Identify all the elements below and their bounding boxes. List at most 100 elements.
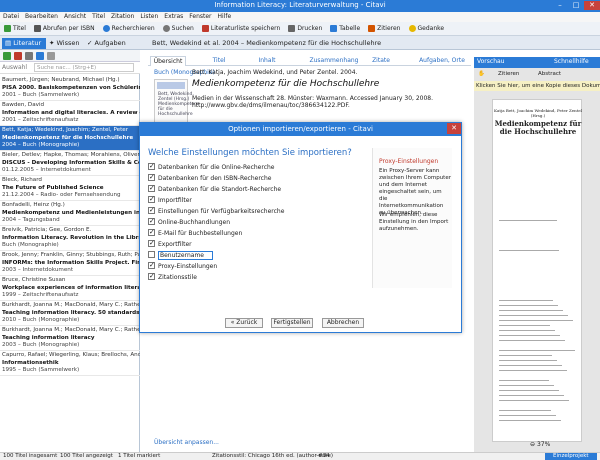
page-text-line bbox=[499, 315, 568, 316]
zoom-level[interactable]: ⊖ 37% bbox=[530, 441, 550, 448]
reference-list-item[interactable]: Burkhardt, Joanna M.; MacDonald, Mary C.… bbox=[0, 326, 140, 351]
page-text-line bbox=[499, 310, 563, 311]
tab-titel[interactable]: Titel bbox=[204, 56, 234, 66]
option-row[interactable]: Exportfilter bbox=[148, 239, 284, 251]
option-row[interactable]: Online-Buchhandlungen bbox=[148, 217, 284, 229]
option-checkbox[interactable] bbox=[148, 228, 155, 237]
reference-list-item[interactable]: Bruce, Christine Susan Workplace experien… bbox=[0, 276, 140, 301]
quick-search: Auswahl Suche nac... (Strg+E) bbox=[0, 62, 140, 74]
quick-help-link[interactable]: Schnellhilfe bbox=[554, 58, 589, 65]
cite-button[interactable]: Zitieren bbox=[364, 22, 404, 36]
table-button[interactable]: Tabelle bbox=[326, 22, 364, 36]
back-button[interactable]: « Zurück bbox=[225, 318, 263, 328]
reference-list-item[interactable]: Bonfadelli, Heinz (Hg.) Medienkompetenz u… bbox=[0, 201, 140, 226]
research-button[interactable]: Recherchieren bbox=[99, 22, 159, 36]
page-text-line bbox=[499, 335, 560, 336]
menu-titel[interactable]: Titel bbox=[89, 12, 108, 21]
option-row[interactable]: Datenbanken für die Standort-Recherche bbox=[148, 184, 284, 196]
option-row[interactable]: Zitationsstile bbox=[148, 272, 284, 284]
option-row[interactable]: E-Mail für Buchbestellungen bbox=[148, 228, 284, 240]
search-button[interactable]: Suchen bbox=[159, 22, 198, 36]
option-row[interactable]: Proxy-Einstellungen bbox=[148, 261, 284, 273]
selection-dropdown[interactable]: Auswahl bbox=[2, 64, 27, 71]
sort-icon[interactable] bbox=[25, 52, 33, 60]
option-checkbox[interactable] bbox=[148, 261, 155, 270]
preview-header[interactable]: Vorschau bbox=[477, 58, 504, 65]
reference-meta: 21.12.2004 – Radio- oder Fernsehsendung bbox=[2, 192, 121, 198]
minimize-icon[interactable]: – bbox=[552, 1, 568, 10]
page-text-line bbox=[499, 400, 569, 401]
reference-author: Bett, Katja; Wedekind, Joachim; Zentel, … bbox=[2, 127, 129, 133]
close-icon[interactable]: ✕ bbox=[584, 1, 600, 10]
customize-overview-link[interactable]: Übersicht anpassen... bbox=[154, 439, 219, 446]
reference-author: Bieler, Detlev; Hapke, Thomas; Morahiens… bbox=[2, 152, 140, 158]
main-toolbar: Titel Abrufen per ISBN Recherchieren Suc… bbox=[0, 22, 600, 36]
option-checkbox[interactable] bbox=[148, 251, 155, 258]
reference-list-item[interactable]: Bleck, Richard The Future of Published Sc… bbox=[0, 176, 140, 201]
menu-bearbeiten[interactable]: Bearbeiten bbox=[22, 12, 61, 21]
preview-info-bar[interactable]: Klicken Sie hier, um eine Kopie dieses D… bbox=[474, 81, 600, 91]
menu-zitation[interactable]: Zitation bbox=[108, 12, 137, 21]
menu-listen[interactable]: Listen bbox=[137, 12, 161, 21]
dialog-close-icon[interactable]: ✕ bbox=[447, 123, 461, 134]
option-label: Datenbanken für den ISBN-Recherche bbox=[158, 175, 272, 182]
single-project-button[interactable]: Einzelprojekt bbox=[545, 453, 597, 460]
reference-list-item[interactable]: Burkhardt, Joanna M.; MacDonald, Mary C.… bbox=[0, 301, 140, 326]
print-button[interactable]: Drucken bbox=[284, 22, 326, 36]
search-input[interactable]: Suche nac... (Strg+E) bbox=[34, 63, 134, 72]
reference-list-item[interactable]: Breivik, Patricia; Gee, Gordon E. Informa… bbox=[0, 226, 140, 251]
reference-list-item[interactable]: Brook, Jenny; Franklin, Ginny; Stubbings… bbox=[0, 251, 140, 276]
tab-zitate[interactable]: Zitate bbox=[366, 56, 396, 66]
tab-literatur[interactable]: ▤ Literatur bbox=[2, 38, 47, 49]
reference-author: Bruce, Christine Susan bbox=[2, 277, 66, 283]
new-title-button[interactable]: Titel bbox=[0, 22, 30, 36]
delete-icon[interactable] bbox=[14, 52, 22, 60]
add-icon[interactable] bbox=[3, 52, 11, 60]
isbn-button[interactable]: Abrufen per ISBN bbox=[30, 22, 99, 36]
option-checkbox[interactable] bbox=[148, 184, 155, 193]
option-row[interactable]: Datenbanken für den ISBN-Recherche bbox=[148, 173, 284, 185]
option-row[interactable]: Einstellungen für Verfügbarkeitsrecherch… bbox=[148, 206, 284, 218]
reference-list-item[interactable]: Baumert, Jürgen; Neubrand, Michael (Hg.)… bbox=[0, 76, 140, 101]
filter-icon[interactable] bbox=[36, 52, 44, 60]
option-checkbox[interactable] bbox=[148, 206, 155, 215]
tab-aufgaben[interactable]: ✓ Aufgaben bbox=[84, 38, 131, 49]
cite-tool[interactable]: Zitieren bbox=[498, 71, 519, 77]
zoom-out-icon[interactable]: ⊖ bbox=[530, 441, 537, 448]
tab-uebersicht[interactable]: Übersicht bbox=[150, 56, 186, 66]
menu-datei[interactable]: Datei bbox=[0, 12, 22, 21]
option-row[interactable]: Benutzername bbox=[148, 251, 284, 262]
tab-aufgaben-orte[interactable]: Aufgaben, Orte bbox=[413, 56, 471, 66]
cancel-button[interactable]: Abbrechen bbox=[322, 318, 364, 328]
option-row[interactable]: Datenbanken für die Online-Recherche bbox=[148, 162, 284, 174]
finish-button[interactable]: Fertigstellen bbox=[271, 318, 313, 328]
reference-list-item[interactable]: Bieler, Detlev; Hapke, Thomas; Morahiens… bbox=[0, 151, 140, 176]
maximize-icon[interactable]: □ bbox=[568, 1, 584, 10]
tab-wissen[interactable]: ✦ Wissen bbox=[46, 38, 85, 49]
view-icon[interactable] bbox=[47, 52, 55, 60]
option-checkbox[interactable] bbox=[148, 239, 155, 248]
menu-fenster[interactable]: Fenster bbox=[186, 12, 214, 21]
option-checkbox[interactable] bbox=[148, 173, 155, 182]
thought-button[interactable]: Gedanke bbox=[405, 22, 449, 36]
status-total: 100 Titel insgesamt bbox=[3, 453, 58, 459]
abstract-tool[interactable]: Abstract bbox=[538, 71, 561, 77]
option-checkbox[interactable] bbox=[148, 162, 155, 171]
save-list-button[interactable]: Literaturliste speichern bbox=[198, 22, 284, 36]
option-checkbox[interactable] bbox=[148, 195, 155, 204]
tab-zusammenhang[interactable]: Zusammenhang bbox=[308, 56, 360, 66]
menu-ansicht[interactable]: Ansicht bbox=[61, 12, 89, 21]
status-citation-style[interactable]: Zitationsstil: Chicago 16th ed. (author-… bbox=[212, 453, 333, 460]
option-checkbox[interactable] bbox=[148, 217, 155, 226]
option-row[interactable]: Importfilter bbox=[148, 195, 284, 207]
reference-list-item[interactable]: Bawden, David Information and digital lit… bbox=[0, 101, 140, 126]
menu-extras[interactable]: Extras bbox=[161, 12, 186, 21]
hand-icon[interactable]: ✋ bbox=[478, 71, 485, 77]
menu-hilfe[interactable]: Hilfe bbox=[215, 12, 235, 21]
option-checkbox[interactable] bbox=[148, 272, 155, 281]
tab-inhalt[interactable]: Inhalt bbox=[252, 56, 282, 66]
reference-list-item[interactable]: Bett, Katja; Wedekind, Joachim; Zentel, … bbox=[0, 126, 140, 151]
status-page: #34 bbox=[318, 453, 330, 459]
reference-list-item[interactable]: Capurro, Rafael; Wiegerling, Klaus; Brel… bbox=[0, 351, 140, 376]
window-titlebar: Information Literacy: Literaturverwaltun… bbox=[0, 0, 600, 12]
